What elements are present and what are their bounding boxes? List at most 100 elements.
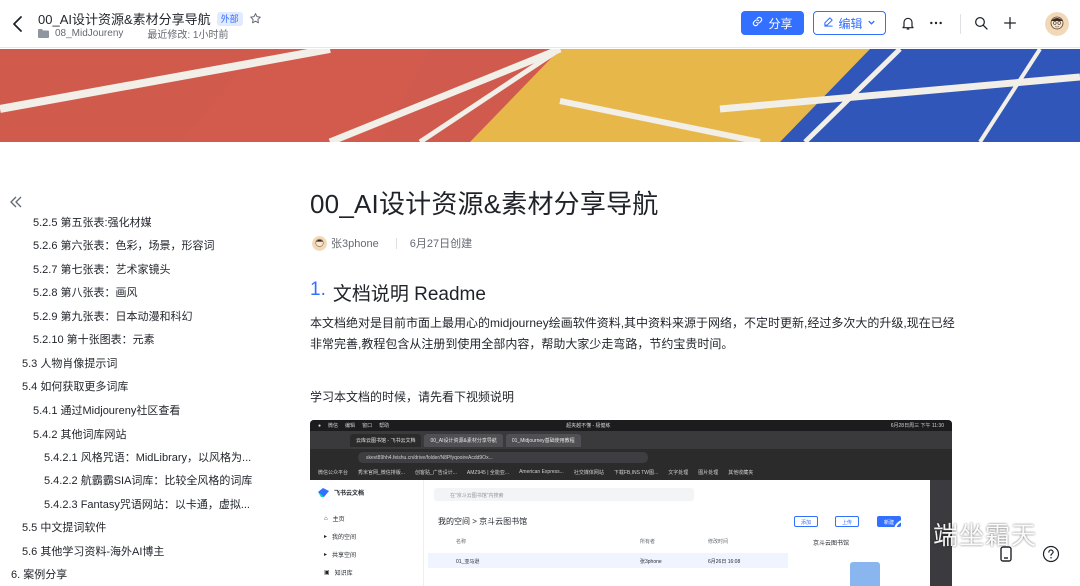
chevron-down-icon bbox=[867, 16, 876, 30]
folder-icon: ▸ bbox=[324, 552, 328, 558]
link-icon bbox=[752, 16, 763, 30]
top-bar: 00_AI设计资源&素材分享导航 外部 08_MidJoureny 最近修改: … bbox=[0, 0, 1080, 48]
search-icon[interactable] bbox=[972, 14, 990, 32]
home-icon: ⌂ bbox=[324, 515, 328, 522]
preview-title: 京斗云图书馆 bbox=[813, 541, 850, 547]
toc-item[interactable]: 5.4 如何获取更多词库 bbox=[22, 380, 262, 394]
author-name[interactable]: 张3phone bbox=[331, 235, 379, 251]
toolbar-divider bbox=[960, 14, 961, 34]
browser-tab[interactable]: 云库云图书馆 - 飞书云文档 bbox=[350, 433, 422, 447]
back-arrow-icon[interactable] bbox=[10, 14, 26, 34]
help-icon[interactable] bbox=[1041, 544, 1061, 564]
bookmark[interactable]: 创客贴_广告设计... bbox=[415, 469, 457, 476]
app-nav-label: 我的空间 bbox=[332, 535, 357, 541]
column-header[interactable]: 所有者 bbox=[640, 538, 655, 545]
mac-center-title: 超夹越不懂 - 极健练 bbox=[566, 423, 611, 429]
browser-address-bar: skevt89hh4.feishu.cn/drive/folder/N8Pfyq… bbox=[310, 449, 952, 466]
app-search-input[interactable]: 在"京斗云图书馆"内搜索 bbox=[434, 488, 694, 501]
toc-item[interactable]: 5.2.8 第八张表：画风 bbox=[33, 286, 263, 300]
toc-item[interactable]: 5.4.2.2 航霸霸SIA词库：比较全风格的词库 bbox=[44, 474, 266, 488]
toc-item[interactable]: 5.4.2 其他词库网站 bbox=[33, 428, 263, 442]
bookmark[interactable]: 下载FB,INS TW图... bbox=[614, 469, 658, 476]
column-header[interactable]: 修改时间 bbox=[708, 538, 728, 545]
column-header[interactable]: 名称 bbox=[456, 538, 466, 545]
more-icon[interactable] bbox=[927, 14, 945, 32]
apple-icon: ● bbox=[318, 422, 322, 429]
edit-label: 编辑 bbox=[838, 16, 863, 31]
toc-item[interactable]: 5.2.9 第九张表：日本动漫和科幻 bbox=[33, 310, 263, 324]
plus-icon[interactable] bbox=[1001, 14, 1019, 32]
toc-item[interactable]: 5.2.6 第六张表：色彩，场景，形容词 bbox=[33, 239, 263, 253]
app-breadcrumb: 我的空间 > 京斗云图书馆 bbox=[438, 517, 528, 526]
app-logo: 飞书云文档 bbox=[318, 488, 364, 497]
star-icon[interactable] bbox=[249, 12, 262, 25]
intro-paragraph: 本文档绝对是目前市面上最用心的midjourney绘画软件资料,其中资料来源于网… bbox=[310, 316, 955, 351]
collapse-toc-icon[interactable] bbox=[9, 195, 23, 208]
mac-menu-item: 窗口 bbox=[362, 423, 373, 429]
url-field[interactable]: skevt89hh4.feishu.cn/drive/folder/N8Pfyq… bbox=[358, 452, 648, 463]
bookmark[interactable]: American Express... bbox=[519, 469, 564, 475]
folder-icon bbox=[38, 29, 49, 38]
toc-item[interactable]: 5.5 中文提词软件 bbox=[22, 521, 262, 535]
mac-menu-bar: ● 微信 编辑 窗口 帮助 超夹越不懂 - 极健练 6月28日周三 下午 11:… bbox=[310, 420, 952, 431]
embedded-video-screenshot[interactable]: ● 微信 编辑 窗口 帮助 超夹越不懂 - 极健练 6月28日周三 下午 11:… bbox=[310, 420, 952, 586]
bookmark[interactable]: 微信公众平台 bbox=[318, 469, 348, 476]
user-avatar[interactable] bbox=[1045, 12, 1069, 36]
toc-item[interactable]: 5.4.1 通过Midjoureny社区查看 bbox=[33, 404, 263, 418]
mac-clock: 6月28日周三 下午 11:30 bbox=[890, 423, 944, 429]
app-nav-item[interactable]: ▸ 共享空间 bbox=[324, 550, 356, 559]
bell-icon[interactable] bbox=[899, 14, 917, 32]
upload-button[interactable]: 上传 bbox=[835, 516, 860, 527]
external-badge: 外部 bbox=[216, 11, 243, 26]
bookmark[interactable]: 社交媒体网站 bbox=[574, 469, 604, 476]
doc-meta: 08_MidJoureny 最近修改: 1小时前 bbox=[38, 26, 229, 41]
toc-item[interactable]: 6. 案例分享 bbox=[11, 568, 261, 582]
mobile-view-icon[interactable] bbox=[996, 544, 1016, 564]
folder-icon: ▸ bbox=[324, 534, 328, 540]
bookmark[interactable]: 图片处理 bbox=[698, 469, 718, 476]
heading-text: 文档说明 Readme bbox=[332, 284, 486, 305]
app-nav-item[interactable]: ▣ 知识库 bbox=[324, 568, 353, 577]
app-nav-item[interactable]: ⌂ 主页 bbox=[324, 514, 345, 524]
author-row: 张3phone 6月27日创建 bbox=[312, 235, 472, 251]
wechat-icon bbox=[893, 518, 929, 551]
share-label: 分享 bbox=[768, 16, 793, 31]
toc-item[interactable]: 5.4.2.1 风格咒语：MidLibrary，以风格为... bbox=[44, 451, 266, 465]
last-modified: 最近修改: 1小时前 bbox=[147, 30, 229, 41]
row-date: 6月26日 16:08 bbox=[708, 559, 741, 565]
browser-tab[interactable]: 00_AI设计资源&素材分享导航 bbox=[424, 433, 503, 447]
toc-item[interactable]: 5.3 人物肖像提示词 bbox=[22, 357, 262, 371]
app-nav-label: 知识库 bbox=[334, 571, 353, 577]
browser-tab[interactable]: 01_Midjourney基础使用教程 bbox=[505, 433, 581, 447]
toc-item[interactable]: 5.2.10 第十张图表：元素 bbox=[33, 333, 263, 347]
add-button[interactable]: 添加 bbox=[794, 516, 819, 527]
share-button[interactable]: 分享 bbox=[741, 11, 804, 35]
folder-name[interactable]: 08_MidJoureny bbox=[55, 28, 123, 39]
app-nav-item[interactable]: ▸ 我的空间 bbox=[324, 532, 356, 541]
folder-preview-image bbox=[850, 562, 880, 586]
author-avatar[interactable] bbox=[312, 235, 327, 251]
bookmark[interactable]: 秀米官网_微信排版... bbox=[358, 469, 405, 476]
mac-menu-item: 编辑 bbox=[345, 423, 356, 429]
mac-menu-item: 帮助 bbox=[379, 423, 390, 429]
app-sidebar: 飞书云文档 ⌂ 主页 ▸ 我的空间 ▸ 共享空间 ▣ 知识库 bbox=[310, 480, 424, 586]
row-name: 01_亚马逊 bbox=[456, 559, 480, 565]
row-owner: 张3phone bbox=[640, 559, 662, 565]
video-hint-paragraph: 学习本文档的时候，请先看下视频说明 bbox=[310, 390, 515, 404]
meta-separator bbox=[395, 237, 397, 249]
app-nav-label: 主页 bbox=[332, 517, 345, 523]
book-icon: ▣ bbox=[324, 570, 330, 576]
created-date: 6月27日创建 bbox=[409, 238, 473, 250]
feishu-app-area: 飞书云文档 ⌂ 主页 ▸ 我的空间 ▸ 共享空间 ▣ 知识库 在"京斗云图书馆"内搜索 … bbox=[310, 480, 930, 586]
bookmark[interactable]: AMZ945 | 全能亚... bbox=[467, 469, 509, 476]
bookmarks-bar: 微信公众平台 秀米官网_微信排版... 创客贴_广告设计... AMZ945 |… bbox=[310, 466, 952, 478]
heading-number: 1. bbox=[310, 279, 326, 300]
toc-item[interactable]: 5.6 其他学习资料-海外AI博主 bbox=[22, 545, 262, 559]
bookmark[interactable]: 文字处理 bbox=[668, 469, 688, 476]
bookmark[interactable]: 其他收藏夹 bbox=[728, 469, 753, 476]
toc-item[interactable]: 5.4.2.3 Fantasy咒语网站：以卡通，虚拟... bbox=[44, 498, 266, 512]
toc-item[interactable]: 5.2.7 第七张表：艺术家镜头 bbox=[33, 263, 263, 277]
edit-button[interactable]: 编辑 bbox=[813, 11, 886, 35]
toc-item[interactable]: 5.2.5 第五张表:强化材媒 bbox=[33, 216, 263, 230]
mac-menu-item: 微信 bbox=[328, 423, 339, 429]
